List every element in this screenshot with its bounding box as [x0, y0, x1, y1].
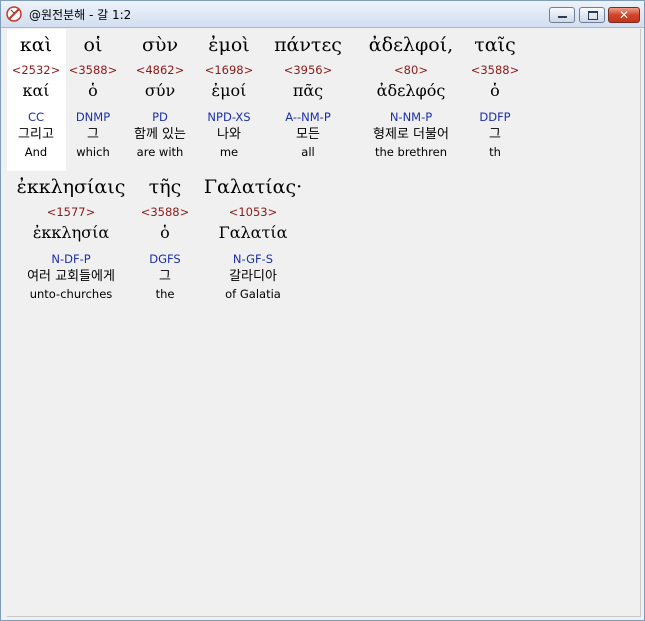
- english-gloss: the: [155, 287, 175, 301]
- strong-number[interactable]: <3588>: [135, 203, 195, 221]
- strong-number[interactable]: <1053>: [197, 203, 309, 221]
- morphology-code: DGFS: [149, 252, 181, 266]
- word-block[interactable]: Γαλατίας· <1053> Γαλατία N-GF-S 갈라디아 of …: [197, 174, 309, 302]
- english-gloss: And: [24, 145, 48, 159]
- strong-number[interactable]: <3588>: [63, 61, 123, 79]
- word-block[interactable]: ἐκκλησίαις <1577> ἐκκλησία N-DF-P 여러 교회들…: [9, 174, 133, 302]
- strong-number[interactable]: <2532>: [9, 61, 63, 79]
- app-window: @원전분해 - 갈 1:2 ✕ καὶ <2532> καί CC 그리고 An…: [0, 0, 645, 621]
- word-block[interactable]: σὺν <4862> σύν PD 함께 있는 are with: [125, 32, 195, 160]
- maximize-icon: [588, 11, 598, 20]
- close-icon: ✕: [619, 8, 630, 22]
- word-block[interactable]: ταῖς <3588> ὁ DDFP 그 th: [467, 32, 523, 160]
- english-gloss: which: [76, 145, 110, 159]
- minimize-icon: [558, 16, 567, 18]
- lemma: ἐμοί: [211, 81, 247, 100]
- morphology-code: PD: [152, 110, 168, 124]
- greek-word: σὺν: [141, 34, 179, 56]
- strong-number[interactable]: <80>: [357, 61, 465, 79]
- morphology-code: CC: [27, 110, 45, 124]
- lemma: ἀδελφός: [376, 81, 446, 100]
- greek-word: τῆς: [148, 176, 182, 198]
- strong-number[interactable]: <3588>: [467, 61, 523, 79]
- interlinear-view[interactable]: καὶ <2532> καί CC 그리고 And οἱ <3588> ὁ DN…: [7, 29, 641, 617]
- window-title: @원전분해 - 갈 1:2: [29, 8, 132, 22]
- korean-gloss: 나와: [217, 127, 241, 142]
- strong-number[interactable]: <4862>: [125, 61, 195, 79]
- english-gloss: th: [489, 145, 501, 159]
- lemma: Γαλατία: [218, 223, 288, 242]
- english-gloss: me: [219, 145, 239, 159]
- greek-word: ἐμοὶ: [208, 34, 250, 56]
- word-block[interactable]: πάντες <3956> πᾶς A--NM-P 모든 all: [265, 32, 351, 160]
- strong-number[interactable]: <1577>: [9, 203, 133, 221]
- greek-word: Γαλατίας·: [203, 176, 303, 198]
- english-gloss: are with: [136, 145, 184, 159]
- strong-number[interactable]: <3956>: [265, 61, 351, 79]
- minimize-button[interactable]: [549, 7, 575, 23]
- word-block[interactable]: ἀδελφοί, <80> ἀδελφός N-NM-P 형제로 더불어 the…: [357, 32, 465, 160]
- lemma: ἐκκλησία: [32, 223, 110, 242]
- title-bar[interactable]: @원전분해 - 갈 1:2 ✕: [1, 1, 644, 28]
- strong-number[interactable]: <1698>: [197, 61, 261, 79]
- korean-gloss: 그: [87, 127, 99, 142]
- morphology-code: DNMP: [75, 110, 111, 124]
- greek-word: ἀδελφοί,: [368, 34, 454, 56]
- korean-gloss: 갈라디아: [229, 269, 277, 284]
- close-button[interactable]: ✕: [608, 7, 640, 23]
- lemma: ὁ: [88, 81, 98, 100]
- word-block[interactable]: οἱ <3588> ὁ DNMP 그 which: [63, 32, 123, 160]
- korean-gloss: 그: [489, 127, 501, 142]
- korean-gloss: 형제로 더불어: [373, 127, 449, 142]
- morphology-code: NPD-XS: [207, 110, 251, 124]
- word-block[interactable]: καὶ <2532> καί CC 그리고 And: [9, 32, 63, 160]
- korean-gloss: 모든: [296, 127, 320, 142]
- lemma: ὁ: [160, 223, 170, 242]
- korean-gloss: 여러 교회들에게: [27, 269, 115, 284]
- word-block[interactable]: ἐμοὶ <1698> ἐμοί NPD-XS 나와 me: [197, 32, 261, 160]
- morphology-code: N-NM-P: [389, 110, 433, 124]
- morphology-code: N-GF-S: [232, 252, 274, 266]
- app-icon: [6, 6, 22, 22]
- lemma: σύν: [144, 81, 176, 100]
- korean-gloss: 함께 있는: [134, 127, 186, 142]
- greek-word: οἱ: [83, 34, 103, 56]
- word-block[interactable]: τῆς <3588> ὁ DGFS 그 the: [135, 174, 195, 302]
- morphology-code: DDFP: [479, 110, 511, 124]
- english-gloss: the brethren: [374, 145, 447, 159]
- greek-word: ταῖς: [474, 34, 516, 56]
- english-gloss: all: [301, 145, 315, 159]
- lemma: ὁ: [490, 81, 500, 100]
- greek-word: ἐκκλησίαις: [16, 176, 126, 198]
- morphology-code: A--NM-P: [285, 110, 331, 124]
- greek-word: πάντες: [274, 34, 342, 56]
- english-gloss: of Galatia: [225, 287, 281, 301]
- lemma: καί: [22, 81, 50, 100]
- greek-word: καὶ: [19, 34, 53, 56]
- morphology-code: N-DF-P: [51, 252, 91, 266]
- english-gloss: unto-churches: [29, 287, 113, 301]
- korean-gloss: 그: [159, 269, 171, 284]
- korean-gloss: 그리고: [18, 127, 54, 142]
- maximize-button[interactable]: [579, 7, 605, 23]
- lemma: πᾶς: [292, 81, 324, 100]
